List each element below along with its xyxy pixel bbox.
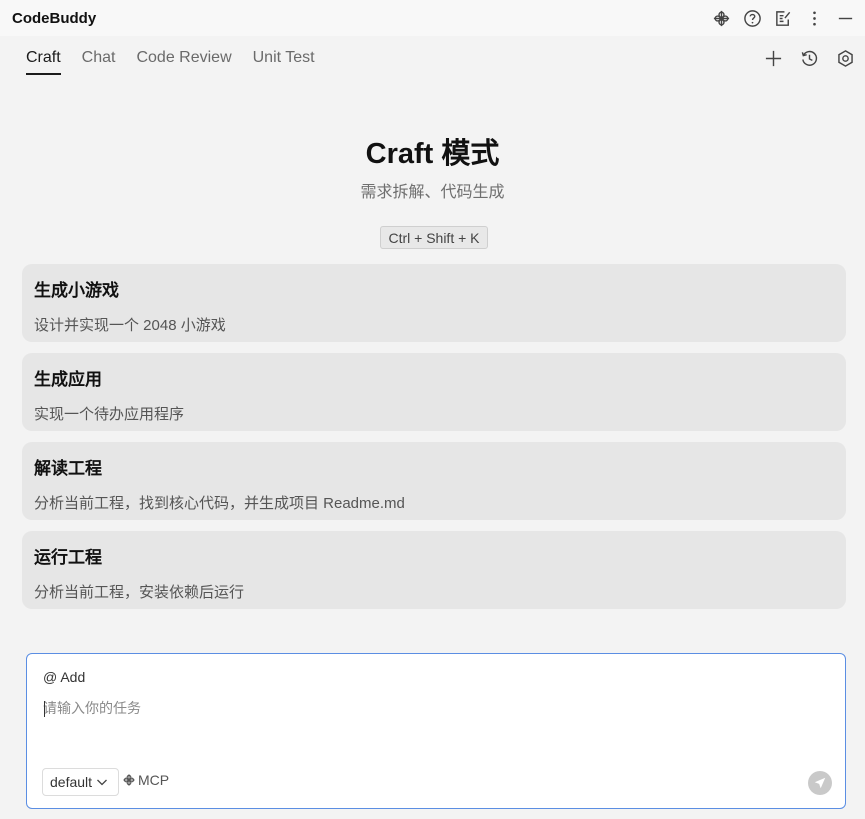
suggestion-card-game[interactable]: 生成小游戏 设计并实现一个 2048 小游戏: [22, 264, 846, 342]
tab-code-review[interactable]: Code Review: [136, 36, 231, 80]
model-select-value: default: [50, 774, 93, 790]
card-title: 生成应用: [34, 370, 102, 389]
settings-icon[interactable]: [836, 49, 855, 68]
plus-icon[interactable]: [764, 49, 783, 68]
page-title: Craft 模式: [365, 138, 500, 170]
mode-header: Craft 模式 需求拆解、代码生成: [0, 130, 865, 202]
chevron-down-icon: [97, 779, 108, 786]
page-subtitle: 需求拆解、代码生成: [360, 184, 505, 201]
card-title: 生成小游戏: [34, 281, 119, 300]
tab-craft[interactable]: Craft: [26, 36, 61, 80]
help-icon[interactable]: [743, 9, 762, 28]
title-bar-actions: [712, 9, 855, 28]
suggestion-card-app[interactable]: 生成应用 实现一个待办应用程序: [22, 353, 846, 431]
more-icon[interactable]: [805, 9, 824, 28]
card-description: 设计并实现一个 2048 小游戏: [34, 317, 226, 334]
mcp-icon: [123, 774, 135, 786]
suggestion-card-run[interactable]: 运行工程 分析当前工程，安装依赖后运行: [22, 531, 846, 609]
notes-icon[interactable]: [774, 9, 793, 28]
shortcut-badge: Ctrl + Shift + K: [380, 226, 488, 249]
history-icon[interactable]: [800, 49, 819, 68]
text-caret: [44, 701, 45, 717]
card-description: 分析当前工程，安装依赖后运行: [34, 584, 245, 601]
app-title: CodeBuddy: [12, 9, 97, 27]
mode-tabs: Craft Chat Code Review Unit Test: [26, 36, 315, 80]
minimize-icon[interactable]: [836, 9, 855, 28]
title-bar: CodeBuddy: [0, 0, 865, 36]
mcp-icon[interactable]: [712, 9, 731, 28]
card-description: 分析当前工程，找到核心代码，并生成项目 Readme.md: [34, 495, 405, 512]
add-context-button[interactable]: @ Add: [43, 669, 85, 685]
send-button[interactable]: [808, 771, 832, 795]
suggestion-card-analyze[interactable]: 解读工程 分析当前工程，找到核心代码，并生成项目 Readme.md: [22, 442, 846, 520]
card-description: 实现一个待办应用程序: [34, 406, 185, 423]
task-composer: @ Add default MCP: [26, 653, 846, 809]
tab-chat[interactable]: Chat: [82, 36, 116, 80]
card-title: 运行工程: [34, 548, 102, 567]
task-input[interactable]: [43, 698, 823, 758]
tabs-bar: Craft Chat Code Review Unit Test: [0, 36, 865, 80]
tab-actions: [764, 49, 855, 68]
tab-unit-test[interactable]: Unit Test: [253, 36, 315, 80]
card-title: 解读工程: [34, 459, 102, 478]
mcp-button[interactable]: MCP: [122, 772, 169, 788]
send-icon: [814, 777, 826, 789]
model-select[interactable]: default: [42, 768, 119, 796]
mcp-label: MCP: [138, 772, 170, 788]
